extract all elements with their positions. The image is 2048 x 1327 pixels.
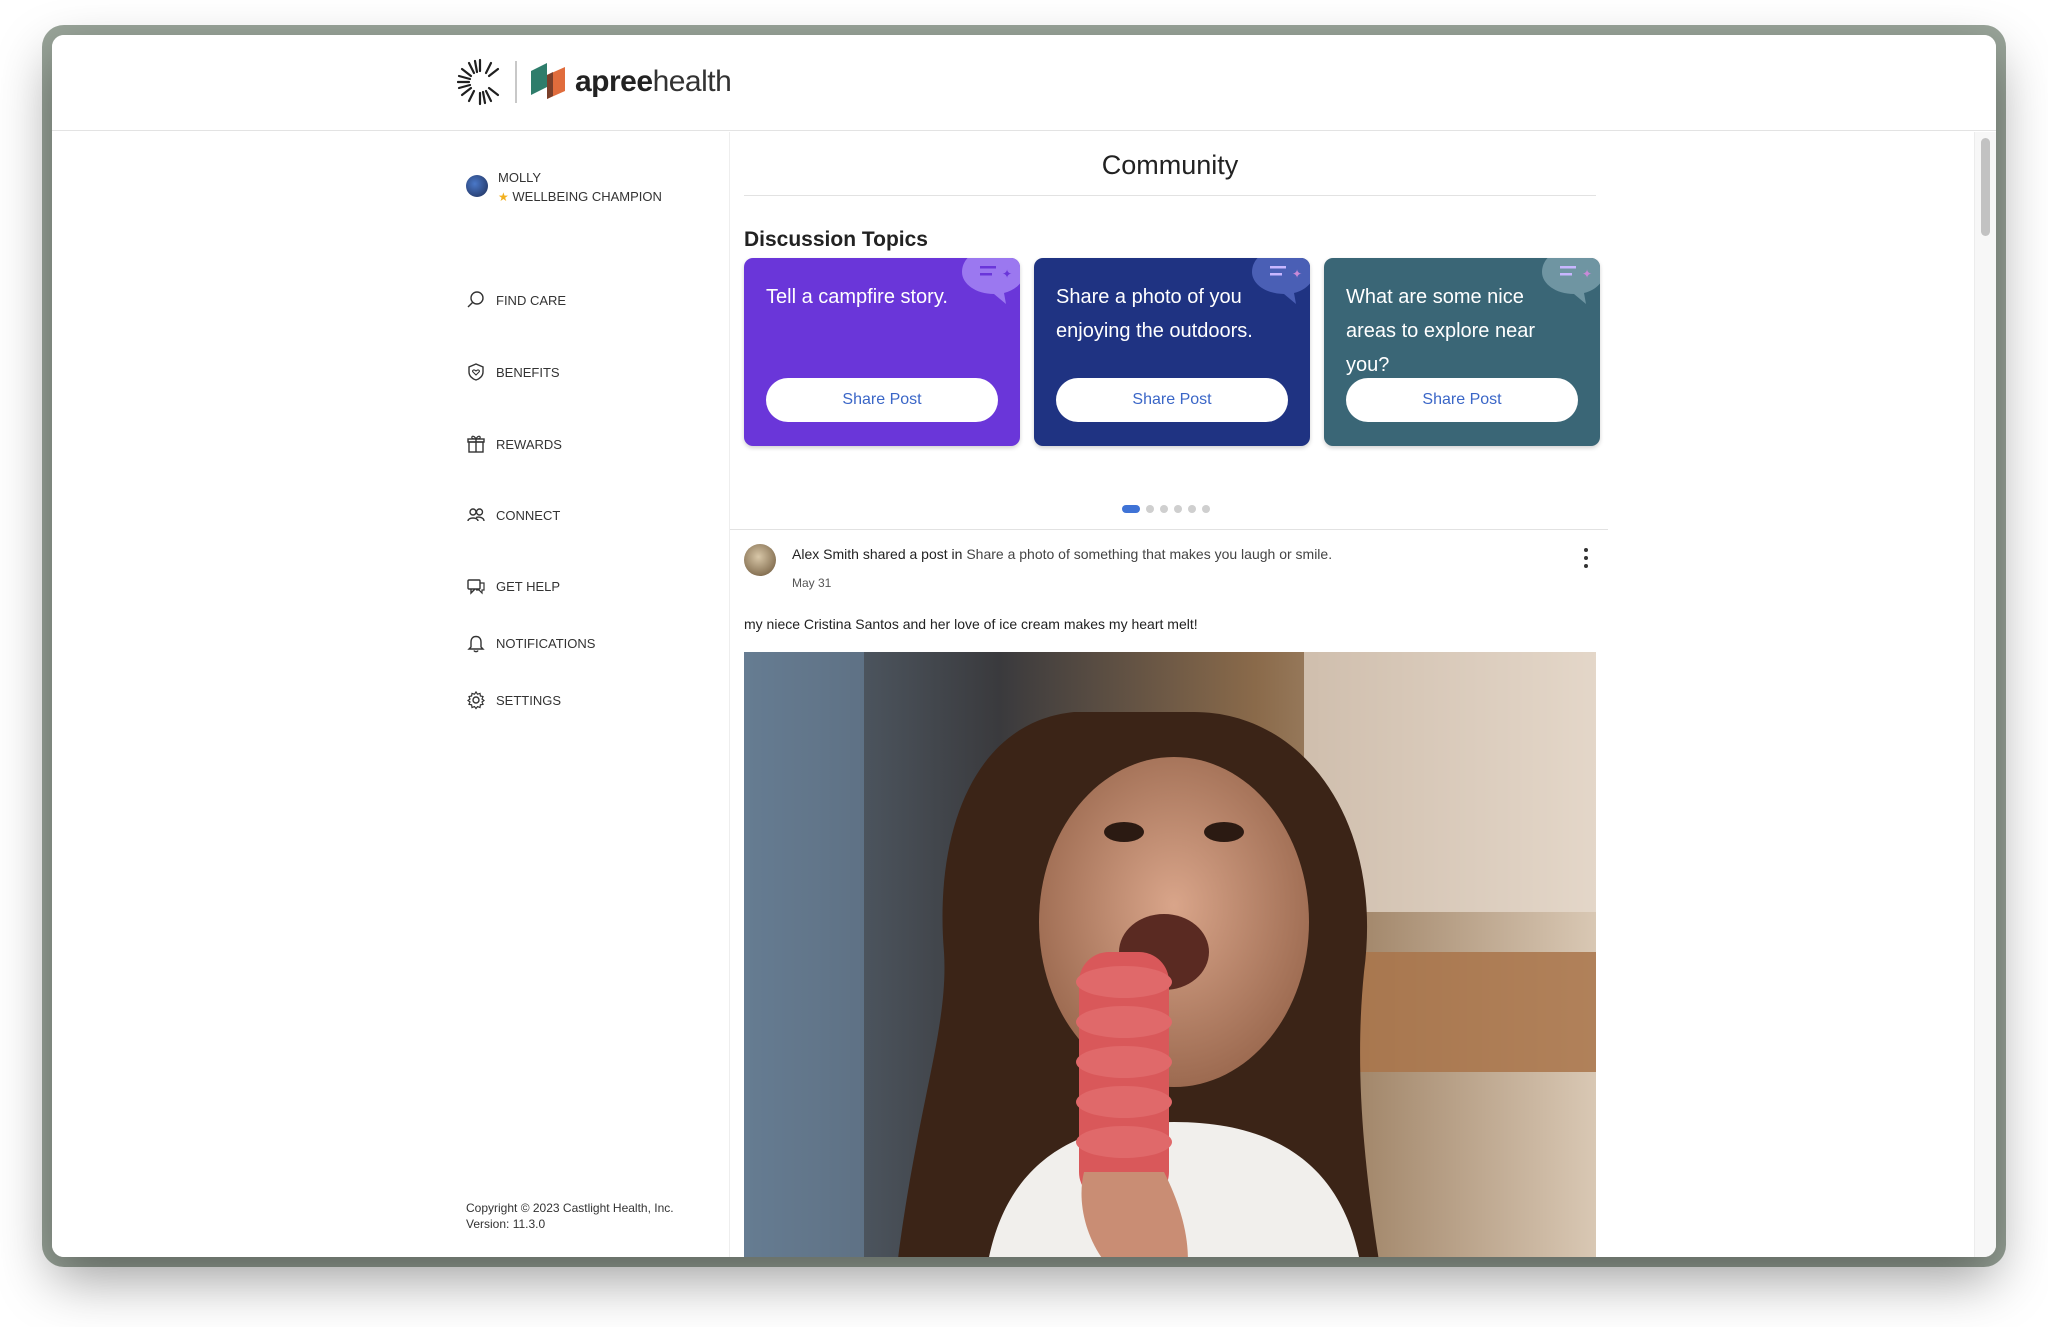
browser-window: apreehealth MOLLY ★ WELLBEING CHAMPION F… xyxy=(52,35,1996,1257)
user-profile[interactable]: MOLLY ★ WELLBEING CHAMPION xyxy=(466,168,662,207)
post-topic-link[interactable]: Share a photo of something that makes yo… xyxy=(966,546,1332,562)
top-bar: apreehealth xyxy=(52,35,1996,131)
logo[interactable]: apreehealth xyxy=(457,57,732,107)
carousel-dot[interactable] xyxy=(1188,505,1196,513)
svg-text:✦: ✦ xyxy=(1292,267,1302,281)
photo-image xyxy=(744,652,1596,1257)
carousel-dot[interactable] xyxy=(1202,505,1210,513)
sidebar-item-settings[interactable]: SETTINGS xyxy=(466,687,686,713)
main-content: Community Discussion Topics ✦ Tell a cam… xyxy=(729,132,1974,1257)
copyright-text: Copyright © 2023 Castlight Health, Inc. xyxy=(466,1201,674,1215)
carousel-dot[interactable] xyxy=(1174,505,1182,513)
topic-prompt: Tell a campfire story. xyxy=(766,286,948,308)
footer: Copyright © 2023 Castlight Health, Inc. … xyxy=(466,1200,674,1232)
svg-text:✦: ✦ xyxy=(1002,267,1012,281)
community-feed: Community Discussion Topics ✦ Tell a cam… xyxy=(729,132,1608,1257)
post-header: Alex Smith shared a post in Share a phot… xyxy=(744,544,1596,594)
sidebar-item-benefits[interactable]: BENEFITS xyxy=(466,359,686,385)
topic-prompt: What are some nice areas to explore near… xyxy=(1346,286,1536,376)
carousel-dot[interactable] xyxy=(1146,505,1154,513)
carousel-dot-active[interactable] xyxy=(1122,505,1140,513)
share-post-button[interactable]: Share Post xyxy=(766,378,998,422)
version-text: Version: 11.3.0 xyxy=(466,1217,546,1231)
sidebar-item-get-help[interactable]: GET HELP xyxy=(466,573,686,599)
topic-card[interactable]: ✦ Share a photo of you enjoying the outd… xyxy=(1034,258,1310,446)
share-post-button[interactable]: Share Post xyxy=(1056,378,1288,422)
topic-prompt: Share a photo of you enjoying the outdoo… xyxy=(1056,286,1253,342)
apree-logo-icon xyxy=(531,63,565,99)
sidebar-item-rewards[interactable]: REWARDS xyxy=(466,431,686,457)
brand-wordmark: apreehealth xyxy=(575,65,732,98)
shield-icon xyxy=(468,363,484,381)
user-name: MOLLY xyxy=(498,170,542,185)
chat-help-icon xyxy=(467,579,485,595)
carousel-dot[interactable] xyxy=(1160,505,1168,513)
feed-divider xyxy=(730,529,1608,530)
search-icon xyxy=(467,291,484,308)
post-text: my niece Cristina Santos and her love of… xyxy=(744,616,1198,632)
author-name[interactable]: Alex Smith xyxy=(792,546,859,562)
gift-icon xyxy=(467,435,485,453)
page-title: Community xyxy=(744,150,1596,196)
people-icon xyxy=(467,508,485,522)
vertical-scrollbar[interactable] xyxy=(1974,132,1996,1257)
post-photo[interactable] xyxy=(744,652,1596,1257)
gear-icon xyxy=(467,690,485,710)
share-post-button[interactable]: Share Post xyxy=(1346,378,1578,422)
scrollbar-thumb[interactable] xyxy=(1981,138,1990,236)
author-avatar[interactable] xyxy=(744,544,776,576)
sidebar-item-find-care[interactable]: FIND CARE xyxy=(466,287,686,313)
sidebar-item-connect[interactable]: CONNECT xyxy=(466,502,686,528)
sidebar-item-notifications[interactable]: NOTIFICATIONS xyxy=(466,630,686,656)
svg-text:✦: ✦ xyxy=(1582,267,1592,281)
user-badge: ★ WELLBEING CHAMPION xyxy=(498,189,662,204)
avatar xyxy=(466,175,488,197)
topic-card[interactable]: ✦ Tell a campfire story. Share Post xyxy=(744,258,1020,446)
star-icon: ★ xyxy=(498,190,509,204)
post-meta: Alex Smith shared a post in Share a phot… xyxy=(792,546,1332,562)
bell-icon xyxy=(467,635,485,653)
logo-separator xyxy=(515,61,517,103)
post-action: shared a post in xyxy=(862,546,963,562)
carousel-pagination xyxy=(1122,505,1210,513)
more-options-icon[interactable] xyxy=(1576,546,1596,570)
castlight-logo-icon xyxy=(457,58,500,106)
post-date: May 31 xyxy=(792,576,832,590)
topic-card[interactable]: ✦ What are some nice areas to explore ne… xyxy=(1324,258,1600,446)
sidebar: MOLLY ★ WELLBEING CHAMPION FIND CARE BEN… xyxy=(52,132,729,1257)
section-heading: Discussion Topics xyxy=(744,228,928,251)
